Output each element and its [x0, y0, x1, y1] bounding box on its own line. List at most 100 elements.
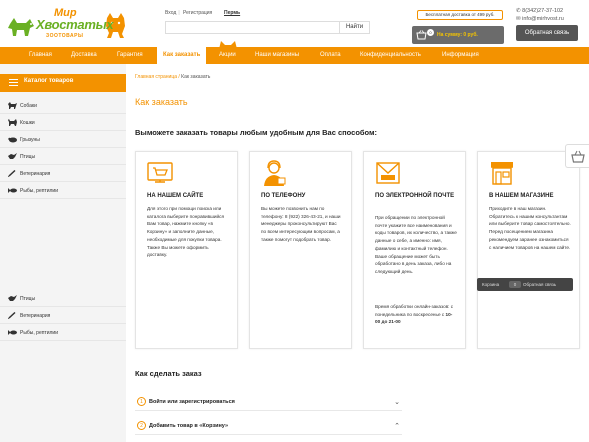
- cart-sum: На сумму: 0 руб.: [437, 32, 478, 38]
- card-text: Для этого при помощи поиска или каталога…: [147, 206, 225, 258]
- side-cart-tab[interactable]: [565, 144, 589, 168]
- floating-cart-count: 0: [509, 281, 521, 288]
- card-text: При обращении по электронной почте укажи…: [375, 215, 457, 274]
- city-selector[interactable]: Пермь: [224, 10, 240, 16]
- bird-icon: [8, 295, 17, 301]
- search-input[interactable]: [168, 23, 338, 32]
- sidebar-item-birds[interactable]: Птицы: [0, 148, 126, 165]
- free-delivery-badge: Бесплатная доставка от 499 руб.: [417, 10, 503, 20]
- order-method-card-phone: ПО ТЕЛЕФОНУ Вы можете позвонить нам по т…: [249, 151, 352, 349]
- sidebar-item-label: Ветеринария: [20, 171, 51, 177]
- register-link[interactable]: Регистрация: [183, 10, 212, 16]
- sidebar-item-dogs[interactable]: Собаки: [0, 97, 126, 114]
- logo-text-line2: Хвостатых: [36, 17, 114, 32]
- nav-item-promotions[interactable]: Акции: [219, 47, 236, 64]
- rodent-icon: [8, 137, 17, 143]
- sidebar-item-label: Рыбы, рептилии: [20, 330, 59, 336]
- cart-count-badge: 0: [427, 29, 434, 36]
- callback-button[interactable]: Обратная связь: [516, 25, 578, 41]
- operator-icon: [264, 160, 286, 186]
- website-cart-icon: [147, 162, 173, 183]
- email-address[interactable]: ✉ info@mirhvost.ru: [516, 16, 564, 22]
- sidebar-item-label: Птицы: [20, 296, 36, 302]
- logo[interactable]: Мир Хвостатых ЗООТОВАРЫ: [6, 6, 128, 42]
- syringe-icon: [8, 170, 16, 177]
- catalog-title: Каталог товаров: [24, 78, 74, 84]
- sidebar-item-label: Собаки: [20, 103, 37, 109]
- breadcrumb: Главная страница / Как заказать: [135, 74, 210, 80]
- order-method-card-store: В НАШЕМ МАГАЗИНЕ Приходите в наш магазин…: [477, 151, 580, 349]
- floating-callback-link[interactable]: Обратная связь: [523, 278, 556, 291]
- auth-links: Вход | Регистрация: [165, 10, 214, 16]
- floating-cart-label: Корзина: [482, 282, 500, 287]
- nav-item-stores[interactable]: Наши магазины: [255, 47, 299, 64]
- nav-item-info[interactable]: Информация: [442, 47, 479, 64]
- nav-item-delivery[interactable]: Доставка: [71, 47, 97, 64]
- email-icon: [376, 162, 400, 184]
- nav-item-payment[interactable]: Оплата: [320, 47, 341, 64]
- card-title: ПО ТЕЛЕФОНУ: [261, 193, 306, 199]
- sidebar-item-label: Ветеринария: [20, 313, 51, 319]
- order-method-card-email: ПО ЭЛЕКТРОННОЙ ПОЧТЕ При обращении по эл…: [363, 151, 466, 349]
- page-title: Как заказать: [135, 97, 188, 107]
- auth-separator: |: [178, 10, 180, 16]
- dog-logo-icon: [8, 18, 34, 36]
- card-text: Приходите в наш магазин. Обратитесь к на…: [489, 206, 571, 250]
- card-hours-text: Время обработки онлайн-заказов: с понеде…: [375, 303, 457, 326]
- sidebar-item-vet-secondary[interactable]: Ветеринария: [0, 307, 126, 324]
- chevron-up-icon: ⌃: [394, 423, 400, 430]
- nav-item-how-to-order[interactable]: Как заказать: [157, 47, 207, 64]
- sidebar-item-label: Грызуны: [20, 137, 40, 143]
- floating-cart-bar[interactable]: Корзина 0 Обратная связь: [477, 278, 573, 291]
- search-button[interactable]: Найти: [339, 22, 369, 33]
- sidebar-item-cats[interactable]: Кошки: [0, 114, 126, 131]
- sidebar-item-rodents[interactable]: Грызуны: [0, 131, 126, 148]
- basket-icon: [571, 150, 585, 163]
- sidebar-item-fish[interactable]: Рыбы, рептилии: [0, 182, 126, 199]
- catalog-header[interactable]: Каталог товаров: [0, 74, 126, 92]
- nav-item-privacy[interactable]: Конфиденциальность: [360, 47, 421, 64]
- page-subtitle: Выможете заказать товары любым удобным д…: [135, 128, 378, 137]
- fish-icon: [8, 188, 17, 193]
- basket-icon: [416, 30, 427, 40]
- store-icon: [491, 162, 513, 185]
- menu-icon: [9, 79, 18, 87]
- card-text: Вы можете позвонить нам по телефону: 8 (…: [261, 206, 341, 242]
- accordion-step-2[interactable]: 2 Добавить товар в «Корзину» ⌃: [135, 417, 402, 435]
- syringe-icon: [8, 312, 16, 319]
- accordion-step-1[interactable]: 1 Войти или зарегистрироваться ⌄: [135, 393, 402, 411]
- step-number: 1: [137, 397, 146, 406]
- sidebar-item-label: Рыбы, рептилии: [20, 188, 59, 194]
- step-label: Войти или зарегистрироваться: [149, 399, 235, 405]
- phone-number[interactable]: ✆ 8(342)27-37-102: [516, 8, 563, 14]
- nav-item-home[interactable]: Главная: [29, 47, 52, 64]
- breadcrumb-current: Как заказать: [181, 74, 211, 80]
- sidebar-item-fish-secondary[interactable]: Рыбы, рептилии: [0, 324, 126, 341]
- header-cart[interactable]: 0 На сумму: 0 руб.: [412, 26, 504, 44]
- card-title: НА НАШЕМ САЙТЕ: [147, 193, 204, 199]
- bird-icon: [8, 153, 17, 159]
- card-title: ПО ЭЛЕКТРОННОЙ ПОЧТЕ: [375, 193, 455, 199]
- email-text: info@mirhvost.ru: [522, 16, 564, 22]
- sidebar: Каталог товаров Собаки Кошки Грызуны Пти…: [0, 64, 126, 442]
- login-link[interactable]: Вход: [165, 10, 176, 16]
- phone-text: 8(342)27-37-102: [522, 8, 564, 14]
- sidebar-item-birds-secondary[interactable]: Птицы: [0, 290, 126, 307]
- order-method-card-website: НА НАШЕМ САЙТЕ Для этого при помощи поис…: [135, 151, 238, 349]
- logo-subtitle: ЗООТОВАРЫ: [46, 33, 84, 39]
- sidebar-item-label: Птицы: [20, 154, 36, 160]
- chevron-down-icon: ⌄: [394, 399, 400, 406]
- nav-item-warranty[interactable]: Гарантия: [117, 47, 143, 64]
- page: Мир Хвостатых ЗООТОВАРЫ Вход | Регистраци…: [0, 0, 589, 442]
- breadcrumb-separator: /: [178, 74, 180, 80]
- main-nav: Главная Доставка Гарантия Как заказать А…: [0, 41, 589, 64]
- dog-icon: [8, 102, 17, 109]
- card-hours-label: Время обработки онлайн-заказов: с понеде…: [375, 304, 454, 317]
- sidebar-item-vet[interactable]: Ветеринария: [0, 165, 126, 182]
- card-title: В НАШЕМ МАГАЗИНЕ: [489, 193, 554, 199]
- step-label: Добавить товар в «Корзину»: [149, 423, 229, 429]
- how-to-order-title: Как сделать заказ: [135, 369, 202, 378]
- step-number: 2: [137, 421, 146, 430]
- header: Мир Хвостатых ЗООТОВАРЫ Вход | Регистраци…: [0, 0, 589, 47]
- breadcrumb-home[interactable]: Главная страница: [135, 74, 177, 80]
